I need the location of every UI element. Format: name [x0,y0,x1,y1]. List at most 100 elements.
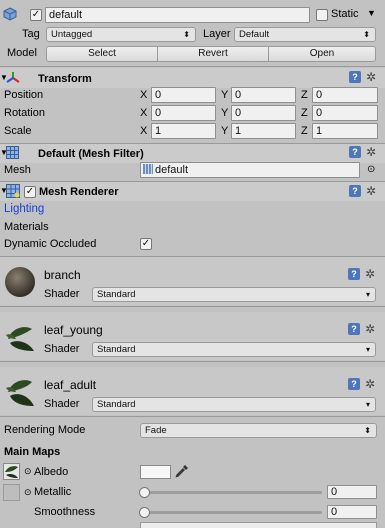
mesh-label: Mesh [4,164,31,176]
open-button[interactable]: Open [268,46,376,62]
metallic-texture-slot[interactable] [3,484,20,501]
material-name: branch [44,268,81,282]
scale-z-field[interactable]: 1 [312,123,378,139]
z-label[interactable]: Z [301,125,308,137]
chevron-updown-icon: ⬍ [364,426,371,435]
y-label[interactable]: Y [221,107,228,119]
help-icon[interactable]: ? [349,185,361,197]
help-icon[interactable]: ? [348,323,360,335]
rendering-mode-dropdown[interactable]: Fade ⬍ [140,423,377,438]
metallic-slider-track[interactable] [142,491,322,494]
dynamic-occluded-checkbox[interactable]: ✓ [140,238,152,250]
position-y-field[interactable]: 0 [231,87,296,103]
help-icon[interactable]: ? [348,378,360,390]
gear-icon[interactable]: ✲ [366,146,376,158]
static-dropdown-arrow[interactable]: ▼ [367,8,376,18]
rotation-x-field[interactable]: 0 [151,105,216,121]
tag-value: Untagged [51,29,93,40]
shader-dropdown[interactable]: Standard ▾ [92,342,376,357]
rendering-mode-value: Fade [145,425,167,436]
x-label[interactable]: X [140,107,147,119]
shader-label: Shader [44,343,80,355]
mesh-renderer-icon [6,184,20,198]
position-z-field[interactable]: 0 [312,87,378,103]
layer-dropdown[interactable]: Default ⬍ [234,27,376,42]
divider [0,416,385,417]
metallic-value-field[interactable]: 0 [327,485,377,499]
gameobject-name-field[interactable]: default [45,7,310,23]
gear-icon[interactable]: ✲ [366,71,376,83]
chevron-down-icon: ▾ [365,400,370,409]
scale-y-field[interactable]: 1 [231,123,296,139]
metallic-slider-handle[interactable] [139,487,150,498]
albedo-texture-slot[interactable] [3,463,20,480]
help-icon[interactable]: ? [349,146,361,158]
rotation-z-field[interactable]: 0 [312,105,378,121]
mesh-renderer-enabled-checkbox[interactable]: ✓ [24,186,36,198]
divider [0,361,385,362]
x-label[interactable]: X [140,125,147,137]
next-field-partial[interactable] [140,522,377,528]
smoothness-label: Smoothness [34,506,96,518]
shader-label: Shader [44,288,80,300]
mesh-filter-title: Default (Mesh Filter) [38,148,144,160]
scale-x-field[interactable]: 1 [151,123,216,139]
shader-dropdown[interactable]: Standard ▾ [92,287,376,302]
shader-dropdown[interactable]: Standard ▾ [92,397,376,412]
material-preview-icon [4,266,36,298]
object-picker-icon[interactable]: ⊙ [367,164,375,175]
revert-button[interactable]: Revert [157,46,269,62]
gear-icon[interactable]: ✲ [365,268,375,280]
dynamic-occluded-label: Dynamic Occluded [4,238,97,250]
divider [0,66,385,67]
mesh-filter-icon [6,146,19,159]
transform-icon [6,71,20,85]
mesh-object-field[interactable]: default [140,162,360,178]
help-icon[interactable]: ? [348,268,360,280]
chevron-down-icon: ▾ [365,345,370,354]
lighting-foldout[interactable]: Lighting [4,203,44,215]
object-picker-icon[interactable]: ⊙ [24,487,32,498]
chevron-down-icon: ▾ [365,290,370,299]
main-maps-heading: Main Maps [4,446,61,458]
chevron-updown-icon: ⬍ [183,30,190,39]
tag-dropdown[interactable]: Untagged ⬍ [46,27,196,42]
material-name: leaf_young [44,323,103,337]
help-icon[interactable]: ? [349,71,361,83]
z-label[interactable]: Z [301,107,308,119]
object-picker-icon[interactable]: ⊙ [24,466,32,477]
material-preview-icon [4,321,36,353]
x-label[interactable]: X [140,89,147,101]
gear-icon[interactable]: ✲ [365,378,375,390]
model-label: Model [7,47,37,59]
gear-icon[interactable]: ✲ [366,185,376,197]
gameobject-icon [3,7,17,21]
materials-label[interactable]: Materials [4,221,49,233]
smoothness-slider-handle[interactable] [139,507,150,518]
transform-title: Transform [38,73,92,85]
smoothness-slider-track[interactable] [142,511,322,514]
z-label[interactable]: Z [301,89,308,101]
tag-label: Tag [22,28,40,40]
y-label[interactable]: Y [221,125,228,137]
rotation-label: Rotation [4,107,45,119]
static-checkbox[interactable] [316,9,328,21]
shader-value: Standard [97,289,136,300]
smoothness-value-field[interactable]: 0 [327,505,377,519]
position-x-field[interactable]: 0 [151,87,216,103]
metallic-label: Metallic [34,486,72,498]
eyedropper-icon[interactable] [175,464,189,478]
albedo-label: Albedo [34,466,69,478]
active-checkbox[interactable]: ✓ [30,9,42,21]
shader-value: Standard [97,344,136,355]
gear-icon[interactable]: ✲ [365,323,375,335]
albedo-color-swatch[interactable] [140,465,171,479]
y-label[interactable]: Y [221,89,228,101]
rotation-y-field[interactable]: 0 [231,105,296,121]
material-name: leaf_adult [44,378,97,392]
static-label: Static [331,8,359,20]
select-button[interactable]: Select [46,46,158,62]
layer-label: Layer [203,28,231,40]
chevron-updown-icon: ⬍ [363,30,370,39]
divider [0,306,385,307]
